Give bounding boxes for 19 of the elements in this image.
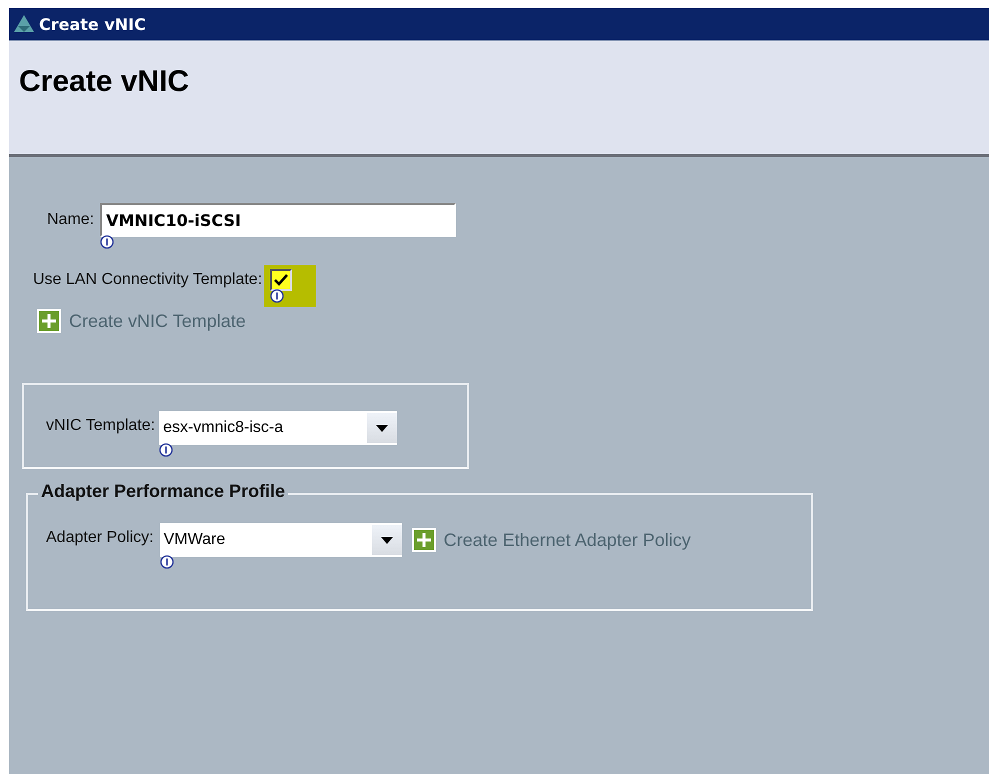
field-label: Name: bbox=[47, 210, 94, 230]
page-title: Create vNIC bbox=[19, 65, 190, 98]
field-label: vNIC Template: bbox=[46, 416, 156, 436]
info-icon[interactable] bbox=[159, 443, 174, 457]
checkbox[interactable] bbox=[270, 269, 292, 291]
adapter-policy-dropdown[interactable]: VMWare bbox=[160, 523, 402, 557]
info-icon[interactable] bbox=[270, 289, 284, 303]
info-icon[interactable] bbox=[100, 235, 114, 249]
field-label: Use LAN Connectivity Template: bbox=[33, 270, 262, 290]
field-label: Adapter Policy: bbox=[46, 528, 154, 548]
info-icon[interactable] bbox=[160, 555, 174, 569]
name-input-field[interactable]: VMNIC10-iSCSI bbox=[100, 203, 456, 237]
section-title: Adapter Performance Profile bbox=[38, 481, 288, 502]
plus-icon bbox=[412, 528, 436, 552]
window-title: Create vNIC bbox=[39, 14, 146, 34]
vnic-template-dropdown[interactable]: esx-vmnic8-isc-a bbox=[159, 411, 398, 445]
app-logo-icon bbox=[13, 14, 35, 34]
plus-icon bbox=[37, 309, 61, 333]
check-icon bbox=[274, 274, 288, 286]
